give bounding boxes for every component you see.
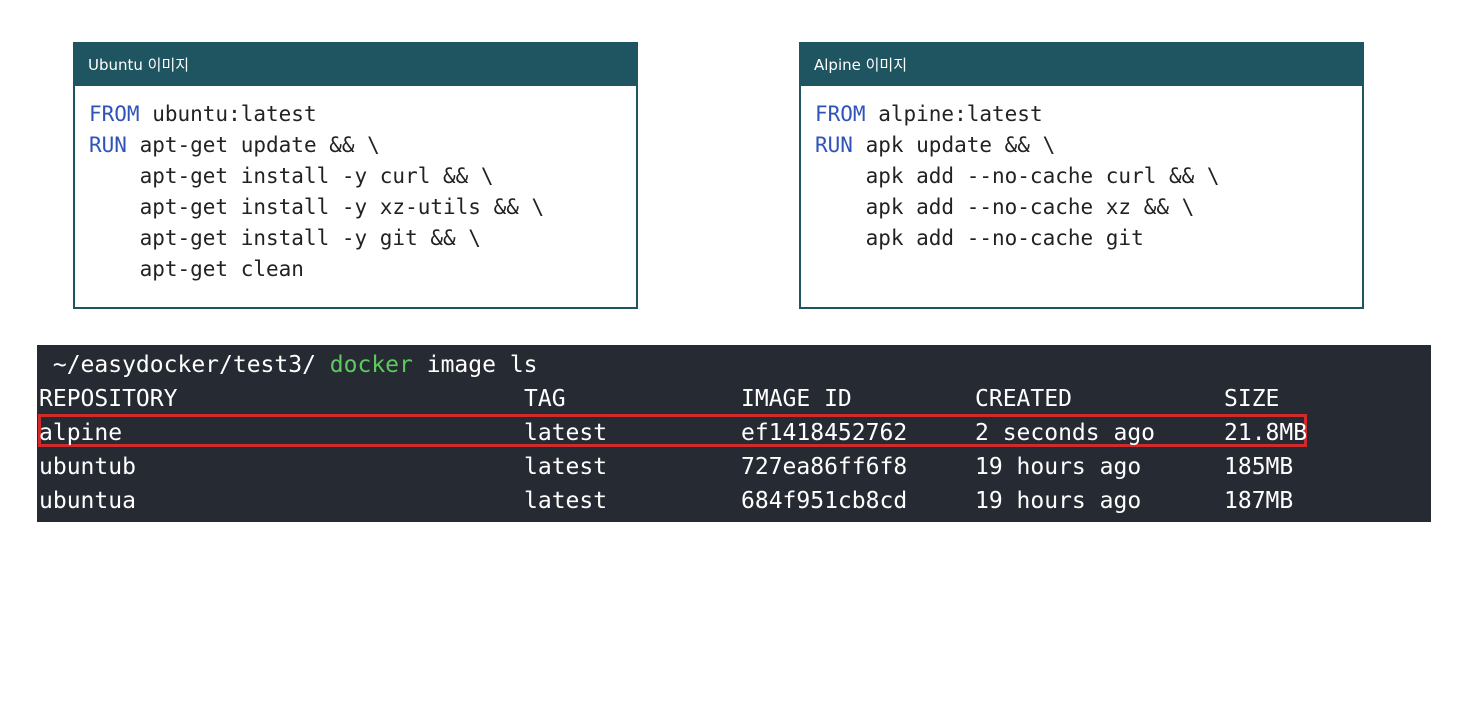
cell-repository: ubuntub — [39, 454, 136, 480]
alpine-dockerfile-card: Alpine 이미지 FROM alpine:latest RUN apk up… — [799, 42, 1364, 309]
code-line: apt-get install -y curl && \ — [89, 161, 636, 192]
code-keyword: RUN — [815, 133, 853, 157]
header-repository: REPOSITORY — [39, 386, 178, 412]
code-text: apk add --no-cache git — [815, 226, 1144, 250]
terminal-output[interactable]: ~/easydocker/test3/ docker image ls REPO… — [37, 345, 1431, 522]
code-text: ubuntu:latest — [139, 102, 317, 126]
ubuntu-dockerfile-card: Ubuntu 이미지 FROM ubuntu:latest RUN apt-ge… — [73, 42, 638, 309]
code-line: FROM alpine:latest — [815, 99, 1362, 130]
ubuntu-dockerfile-code: FROM ubuntu:latest RUN apt-get update &&… — [75, 86, 636, 285]
table-row: ubuntub latest 727ea86ff6f8 19 hours ago… — [37, 451, 1431, 483]
ubuntu-card-title: Ubuntu 이미지 — [75, 44, 636, 86]
code-text: apt-get install -y git && \ — [89, 226, 481, 250]
alpine-dockerfile-code: FROM alpine:latest RUN apk update && \ a… — [801, 86, 1362, 254]
prompt-path: ~/easydocker/test3/ — [39, 352, 330, 378]
code-text: apt-get install -y curl && \ — [89, 164, 494, 188]
cell-tag: latest — [524, 454, 608, 480]
code-line: apk add --no-cache xz && \ — [815, 192, 1362, 223]
code-line: apk add --no-cache git — [815, 223, 1362, 254]
cell-image-id: 727ea86ff6f8 — [741, 454, 908, 480]
alpine-card-title: Alpine 이미지 — [801, 44, 1362, 86]
cell-created: 19 hours ago — [975, 488, 1142, 514]
header-size: SIZE — [1224, 386, 1280, 412]
code-keyword: FROM — [815, 102, 866, 126]
command-name: docker — [329, 352, 413, 378]
cell-size: 185MB — [1224, 454, 1294, 480]
cell-image-id: ef1418452762 — [741, 420, 908, 446]
command-args: image ls — [412, 352, 538, 378]
header-created: CREATED — [975, 386, 1072, 412]
cell-tag: latest — [524, 420, 608, 446]
code-line: FROM ubuntu:latest — [89, 99, 636, 130]
code-line: apt-get clean — [89, 254, 636, 285]
code-text: apt-get install -y xz-utils && \ — [89, 195, 545, 219]
code-text: apk add --no-cache xz && \ — [815, 195, 1195, 219]
table-row: alpine latest ef1418452762 2 seconds ago… — [37, 417, 1431, 449]
cell-repository: alpine — [39, 420, 123, 446]
code-text: apk add --no-cache curl && \ — [815, 164, 1220, 188]
cell-created: 2 seconds ago — [975, 420, 1156, 446]
code-text: apk update && \ — [852, 133, 1056, 157]
table-row: ubuntua latest 684f951cb8cd 19 hours ago… — [37, 485, 1431, 517]
cell-image-id: 684f951cb8cd — [741, 488, 908, 514]
cell-created: 19 hours ago — [975, 454, 1142, 480]
table-header-row: REPOSITORY TAG IMAGE ID CREATED SIZE — [37, 383, 1431, 415]
cell-size: 187MB — [1224, 488, 1294, 514]
code-text: alpine:latest — [865, 102, 1043, 126]
cell-size: 21.8MB — [1224, 420, 1308, 446]
code-line: RUN apt-get update && \ — [89, 130, 636, 161]
code-line: apt-get install -y git && \ — [89, 223, 636, 254]
code-keyword: FROM — [89, 102, 140, 126]
code-text: apt-get update && \ — [126, 133, 380, 157]
code-text: apt-get clean — [89, 257, 304, 281]
header-tag: TAG — [524, 386, 566, 412]
code-line: apk add --no-cache curl && \ — [815, 161, 1362, 192]
code-line: RUN apk update && \ — [815, 130, 1362, 161]
terminal-prompt: ~/easydocker/test3/ docker image ls — [39, 349, 538, 381]
code-line: apt-get install -y xz-utils && \ — [89, 192, 636, 223]
code-keyword: RUN — [89, 133, 127, 157]
header-image-id: IMAGE ID — [741, 386, 852, 412]
cell-tag: latest — [524, 488, 608, 514]
cell-repository: ubuntua — [39, 488, 136, 514]
